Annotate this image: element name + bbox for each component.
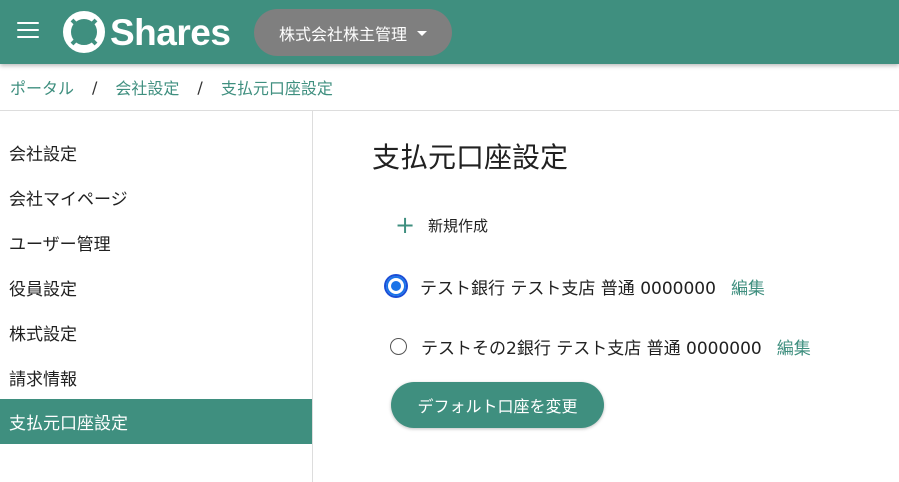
sidebar: 会社設定 会社マイページ ユーザー管理 役員設定 株式設定 請求情報 支払元口座… xyxy=(0,111,313,482)
caret-down-icon xyxy=(417,31,427,36)
new-create-button[interactable]: + 新規作成 xyxy=(395,210,488,240)
breadcrumb-payment-account-settings[interactable]: 支払元口座設定 xyxy=(221,75,333,99)
breadcrumb-portal[interactable]: ポータル xyxy=(10,75,74,99)
account-row: テスト銀行 テスト支店 普通 0000000 編集 xyxy=(386,271,765,301)
change-default-account-button[interactable]: デフォルト口座を変更 xyxy=(391,382,604,428)
account-row: テストその2銀行 テスト支店 普通 0000000 編集 xyxy=(386,331,811,361)
lifebuoy-logo-icon[interactable] xyxy=(63,11,105,53)
breadcrumb-separator: / xyxy=(92,77,98,97)
new-create-label: 新規作成 xyxy=(428,216,489,235)
account-radio-selected[interactable] xyxy=(386,276,406,296)
breadcrumb: ポータル / 会社設定 / 支払元口座設定 xyxy=(10,73,333,101)
plus-icon: + xyxy=(395,211,416,239)
app-logo-text[interactable]: Shares xyxy=(110,10,231,56)
sidebar-item-billing-info[interactable]: 請求情報 xyxy=(0,355,312,400)
edit-account-link[interactable]: 編集 xyxy=(731,274,765,299)
breadcrumb-company-settings[interactable]: 会社設定 xyxy=(115,75,179,99)
sidebar-item-company-settings[interactable]: 会社設定 xyxy=(0,130,312,175)
edit-account-link[interactable]: 編集 xyxy=(777,334,811,359)
account-label: テストその2銀行 テスト支店 普通 0000000 xyxy=(421,338,762,359)
menu-icon[interactable] xyxy=(17,22,39,40)
company-selector-label: 株式会社株主管理 xyxy=(278,24,407,44)
sidebar-item-payment-account-settings[interactable]: 支払元口座設定 xyxy=(0,399,312,444)
page-title: 支払元口座設定 xyxy=(372,141,569,174)
sidebar-item-officer-settings[interactable]: 役員設定 xyxy=(0,265,312,310)
sidebar-item-stock-settings[interactable]: 株式設定 xyxy=(0,310,312,355)
account-label: テスト銀行 テスト支店 普通 0000000 xyxy=(420,278,716,299)
breadcrumb-separator: / xyxy=(197,77,203,97)
app-header: Shares 株式会社株主管理 xyxy=(0,0,899,64)
sidebar-item-company-mypage[interactable]: 会社マイページ xyxy=(0,175,312,220)
account-radio[interactable] xyxy=(390,337,407,355)
sidebar-item-user-management[interactable]: ユーザー管理 xyxy=(0,220,312,265)
company-selector[interactable]: 株式会社株主管理 xyxy=(254,9,452,56)
